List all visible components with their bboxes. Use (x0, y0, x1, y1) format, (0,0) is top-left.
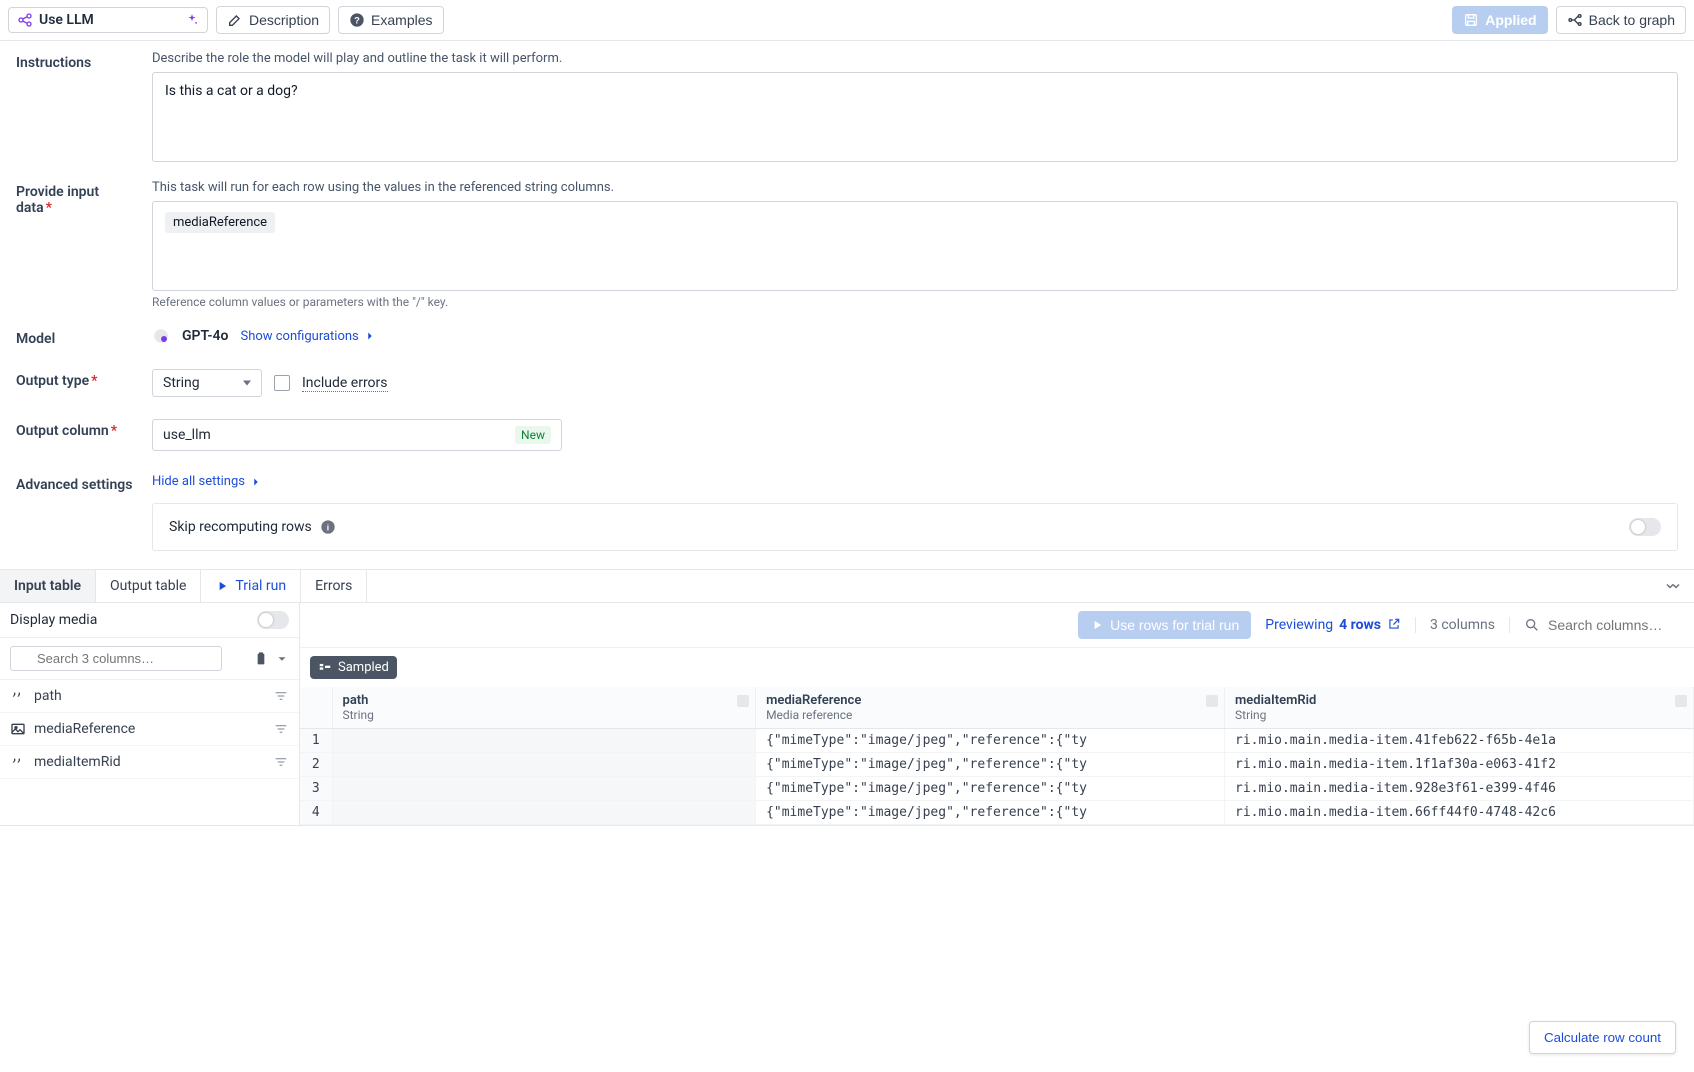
row-number: 1 (300, 729, 332, 753)
include-errors-label: Include errors (302, 375, 388, 392)
save-icon (1463, 12, 1479, 28)
input-data-box[interactable]: mediaReference (152, 201, 1678, 291)
tab-trial-run[interactable]: Trial run (201, 570, 301, 602)
image-icon (10, 721, 26, 737)
filter-icon[interactable] (273, 754, 289, 770)
skip-recomputing-label: Skip recomputing rows (169, 519, 312, 535)
column-item[interactable]: mediaItemRid (0, 746, 299, 779)
search-columns-input[interactable] (1524, 617, 1684, 633)
tab-input-table[interactable]: Input table (0, 570, 96, 602)
data-panel: Use rows for trial run Previewing 4 rows… (300, 603, 1694, 825)
include-errors-checkbox[interactable] (274, 375, 290, 391)
play-icon (215, 579, 229, 593)
table-row[interactable]: 2{"mimeType":"image/jpeg","reference":{"… (300, 753, 1694, 777)
play-icon (1090, 618, 1104, 632)
examples-button[interactable]: ? Examples (338, 6, 443, 34)
instructions-label: Instructions (16, 51, 136, 71)
instructions-textarea[interactable]: Is this a cat or a dog? (152, 72, 1678, 162)
output-column-input[interactable]: use_llm New (152, 419, 562, 451)
input-data-subhelper: Reference column values or parameters wi… (152, 295, 1678, 309)
column-item[interactable]: path (0, 680, 299, 713)
quote-icon (10, 754, 26, 770)
column-menu-icon[interactable] (1675, 695, 1687, 707)
node-icon (17, 12, 33, 28)
node-title: Use LLM (39, 12, 94, 28)
chevron-down-icon[interactable] (275, 652, 289, 666)
instructions-helper: Describe the role the model will play an… (152, 51, 1678, 66)
tab-output-table[interactable]: Output table (96, 570, 201, 602)
edit-icon (227, 12, 243, 28)
column-item[interactable]: mediaReference (0, 713, 299, 746)
use-rows-trial-button[interactable]: Use rows for trial run (1078, 611, 1251, 639)
row-number: 2 (300, 753, 332, 777)
model-icon (152, 327, 170, 345)
applied-button[interactable]: Applied (1452, 6, 1547, 34)
advanced-settings-label: Advanced settings (16, 473, 136, 493)
search-icon (1524, 617, 1540, 633)
clipboard-icon[interactable] (253, 651, 269, 667)
table-row[interactable]: 1{"mimeType":"image/jpeg","reference":{"… (300, 729, 1694, 753)
question-circle-icon: ? (349, 12, 365, 28)
skip-recomputing-row: Skip recomputing rows i (152, 503, 1678, 551)
display-media-toggle[interactable] (257, 611, 289, 629)
output-type-select[interactable]: String (152, 369, 262, 397)
skip-recomputing-toggle[interactable] (1629, 518, 1661, 536)
external-icon (1387, 617, 1401, 631)
data-table: pathStringmediaReferenceMedia referencem… (300, 687, 1694, 825)
display-media-label: Display media (10, 612, 97, 628)
svg-text:i: i (327, 522, 329, 532)
filter-icon[interactable] (273, 721, 289, 737)
top-toolbar: Use LLM Description ? Examples Applied B… (0, 0, 1694, 41)
columns-search-input[interactable] (10, 646, 222, 671)
previewing-link[interactable]: Previewing 4 rows (1265, 617, 1401, 633)
output-type-label: Output type* (16, 369, 136, 389)
column-count: 3 columns (1415, 617, 1495, 633)
column-menu-icon[interactable] (1206, 695, 1218, 707)
show-configurations-link[interactable]: Show configurations (240, 329, 376, 344)
filter-icon[interactable] (273, 688, 289, 704)
column-header[interactable]: mediaItemRidString (1225, 687, 1694, 729)
output-column-label: Output column* (16, 419, 136, 439)
input-data-helper: This task will run for each row using th… (152, 180, 1678, 195)
column-header[interactable]: pathString (332, 687, 756, 729)
collapse-panel-icon[interactable] (1652, 579, 1694, 593)
table-row[interactable]: 4{"mimeType":"image/jpeg","reference":{"… (300, 801, 1694, 825)
chevron-right-icon (363, 329, 377, 343)
chevron-right-icon (249, 475, 263, 489)
new-badge: New (515, 426, 551, 444)
row-number: 4 (300, 801, 332, 825)
column-header[interactable]: mediaReferenceMedia reference (756, 687, 1225, 729)
sampled-badge[interactable]: Sampled (310, 656, 397, 679)
tab-errors[interactable]: Errors (301, 570, 367, 602)
row-number: 3 (300, 777, 332, 801)
quote-icon (10, 688, 26, 704)
config-form: Instructions Describe the role the model… (0, 41, 1694, 551)
column-menu-icon[interactable] (737, 695, 749, 707)
hide-settings-link[interactable]: Hide all settings (152, 474, 263, 489)
sample-icon (318, 661, 332, 675)
calculate-row-count-button[interactable]: Calculate row count (1529, 1021, 1676, 1054)
lower-tabs: Input table Output table Trial run Error… (0, 569, 1694, 603)
columns-panel: Display media pathmediaReferencemediaIte… (0, 603, 300, 825)
input-data-label: Provide input data* (16, 180, 136, 216)
description-button[interactable]: Description (216, 6, 330, 34)
branch-icon (1567, 12, 1583, 28)
sparkle-icon (185, 13, 199, 27)
back-to-graph-button[interactable]: Back to graph (1556, 6, 1686, 34)
lower-section: Display media pathmediaReferencemediaIte… (0, 603, 1694, 826)
info-circle-icon[interactable]: i (320, 519, 336, 535)
model-name: GPT-4o (182, 328, 228, 344)
table-row[interactable]: 3{"mimeType":"image/jpeg","reference":{"… (300, 777, 1694, 801)
column-chip[interactable]: mediaReference (165, 212, 275, 233)
model-label: Model (16, 327, 136, 347)
svg-text:?: ? (354, 15, 360, 25)
node-title-box[interactable]: Use LLM (8, 7, 208, 33)
